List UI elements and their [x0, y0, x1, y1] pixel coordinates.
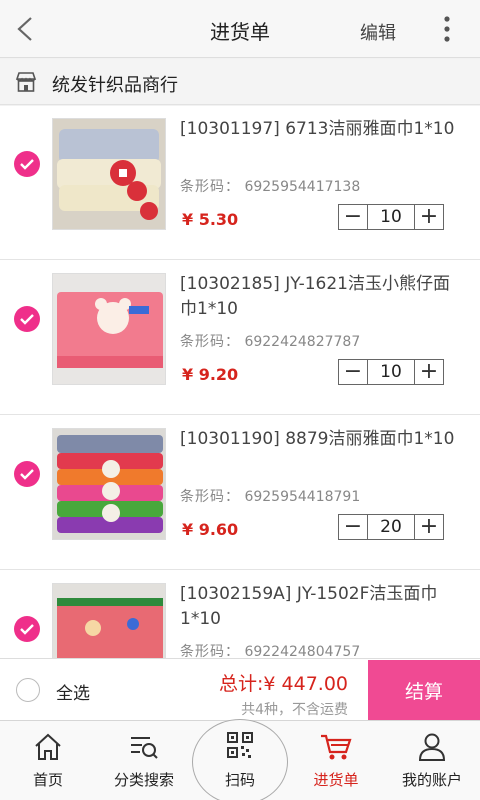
item-checkbox[interactable] [14, 461, 40, 487]
tab-my-account[interactable]: 我的账户 [384, 721, 480, 800]
page-title: 进货单 [210, 20, 270, 44]
product-price: ¥ 5.30 [182, 210, 239, 229]
quantity-stepper: − 20 + [338, 514, 444, 540]
select-all-checkbox[interactable] [16, 678, 40, 702]
shop-name: 统发针织品商行 [52, 75, 178, 96]
product-barcode: 条形码： 6925954417138 [180, 179, 361, 195]
product-barcode: 条形码： 6922424804757 [180, 644, 361, 658]
item-checkbox[interactable] [14, 151, 40, 177]
cart-item[interactable]: [10302159A] JY-1502F洁玉面巾1*10 条形码： 692242… [0, 571, 480, 658]
cart-item[interactable]: [10301190] 8879洁丽雅面巾1*10 条形码： 6925954418… [0, 416, 480, 570]
product-name[interactable]: [10301190] 8879洁丽雅面巾1*10 [180, 427, 460, 452]
checkout-button[interactable]: 结算 [368, 660, 480, 720]
cart-item[interactable]: [10301197] 6713洁丽雅面巾1*10 条形码： 6925954417… [0, 106, 480, 260]
product-image[interactable] [52, 583, 166, 658]
tab-category-search[interactable]: 分类搜索 [96, 721, 192, 800]
decrement-button[interactable]: − [339, 205, 367, 229]
increment-button[interactable]: + [415, 205, 443, 229]
checkmark-icon [20, 624, 34, 635]
product-name[interactable]: [10302185] JY-1621洁玉小熊仔面巾1*10 [180, 272, 460, 322]
product-name[interactable]: [10302159A] JY-1502F洁玉面巾1*10 [180, 582, 460, 632]
item-checkbox[interactable] [14, 616, 40, 642]
order-total: 总计:¥ 447.00 [218, 673, 348, 695]
checkmark-icon [20, 159, 34, 170]
tab-home[interactable]: 首页 [0, 721, 96, 800]
product-price: ¥ 9.60 [182, 520, 239, 539]
category-search-icon [131, 737, 158, 759]
product-price: ¥ 9.20 [182, 365, 239, 384]
cart-item-list[interactable]: [10301197] 6713洁丽雅面巾1*10 条形码： 6925954417… [0, 106, 480, 658]
item-checkbox[interactable] [14, 306, 40, 332]
quantity-stepper: − 10 + [338, 204, 444, 230]
store-icon [14, 70, 38, 94]
select-all-label[interactable]: 全选 [56, 679, 90, 704]
shop-header[interactable]: 统发针织品商行 [0, 59, 480, 105]
decrement-button[interactable]: − [339, 515, 367, 539]
product-barcode: 条形码： 6925954418791 [180, 489, 361, 505]
quantity-stepper: − 10 + [338, 359, 444, 385]
increment-button[interactable]: + [415, 360, 443, 384]
cart-icon [321, 734, 352, 760]
user-icon [418, 733, 446, 761]
checkout-bar: 全选 总计:¥ 447.00 共4种，不含运费 结算 [0, 658, 480, 720]
edit-button[interactable]: 编辑 [360, 19, 396, 45]
order-summary: 共4种，不含运费 [241, 702, 348, 718]
decrement-button[interactable]: − [339, 360, 367, 384]
increment-button[interactable]: + [415, 515, 443, 539]
quantity-input[interactable]: 10 [367, 360, 415, 384]
more-menu-icon[interactable] [434, 14, 460, 44]
tab-purchase-list[interactable]: 进货单 [288, 721, 384, 800]
quantity-input[interactable]: 10 [367, 205, 415, 229]
product-image[interactable] [52, 118, 166, 230]
cart-item[interactable]: [10302185] JY-1621洁玉小熊仔面巾1*10 条形码： 69224… [0, 261, 480, 415]
qr-scan-icon [227, 732, 253, 758]
product-barcode: 条形码： 6922424827787 [180, 334, 361, 350]
product-image[interactable] [52, 428, 166, 540]
home-icon [35, 733, 61, 760]
quantity-input[interactable]: 20 [367, 515, 415, 539]
product-image[interactable] [52, 273, 166, 385]
app-header: 进货单 编辑 [0, 0, 480, 58]
product-name[interactable]: [10301197] 6713洁丽雅面巾1*10 [180, 117, 460, 142]
bottom-tab-bar: 首页 分类搜索 扫码 进货单 我的账户 [0, 719, 480, 800]
checkmark-icon [20, 314, 34, 325]
checkmark-icon [20, 469, 34, 480]
tab-scan[interactable]: 扫码 [192, 719, 288, 800]
